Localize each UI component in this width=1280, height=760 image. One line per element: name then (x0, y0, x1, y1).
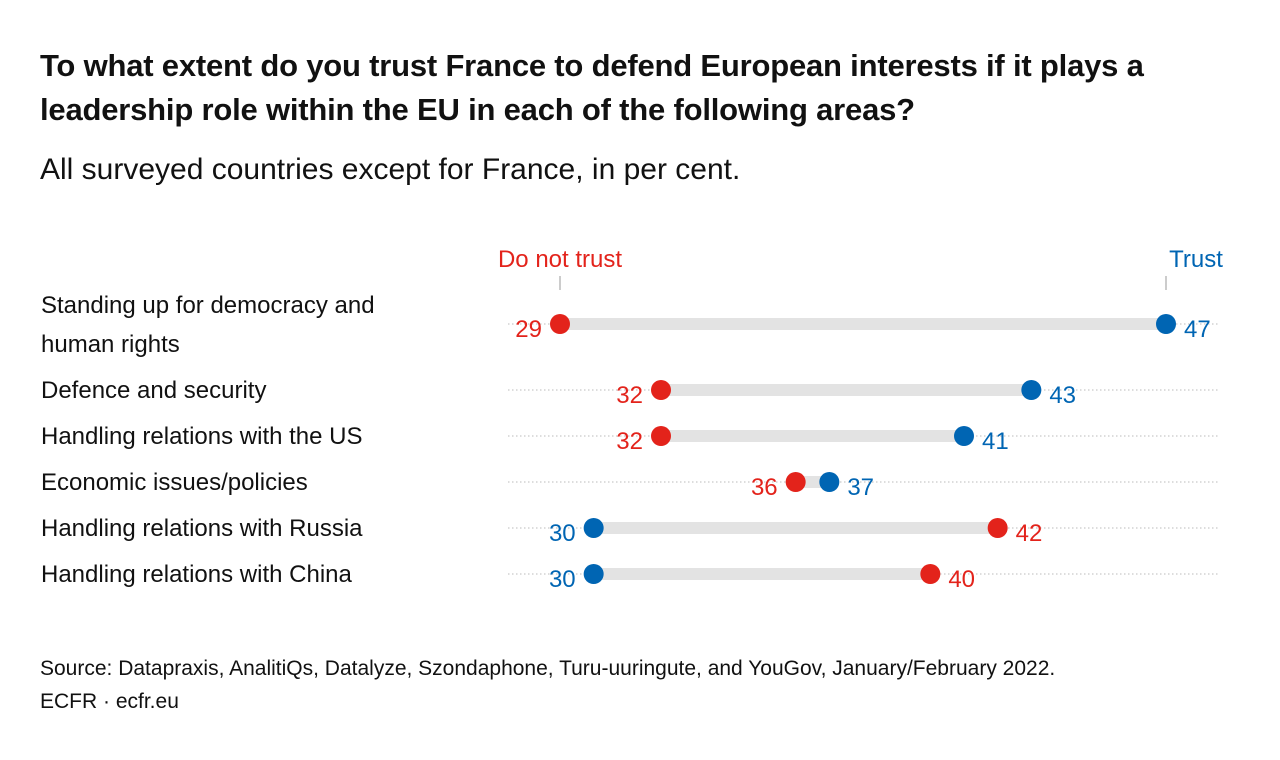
dot-do-not-trust (651, 426, 671, 446)
dot-trust (583, 518, 604, 538)
value-label-trust: 43 (1049, 382, 1076, 409)
dot-trust (1156, 314, 1176, 334)
category-label: Handling relations with the US (41, 423, 363, 450)
value-label-do-not-trust: 32 (616, 382, 643, 409)
source-note: Source: Datapraxis, AnalitiQs, Datalyze,… (40, 657, 1056, 680)
category-label: Standing up for democracy and (41, 292, 375, 319)
value-label-trust: 37 (847, 474, 874, 501)
dot-trust (583, 564, 604, 584)
category-label: Defence and security (41, 377, 266, 404)
category-label: Economic issues/policies (41, 469, 308, 496)
dot-trust (954, 426, 974, 446)
value-label-do-not-trust: 32 (616, 428, 643, 455)
dot-do-not-trust (651, 380, 671, 400)
dot-do-not-trust (987, 518, 1008, 538)
dot-trust (1021, 380, 1042, 400)
value-label-trust: 47 (1184, 316, 1211, 343)
dot-do-not-trust (920, 564, 941, 584)
value-label-trust: 30 (549, 566, 576, 593)
value-label-do-not-trust: 36 (751, 474, 778, 501)
credit: ECFR · ecfr.eu (40, 690, 179, 713)
value-label-do-not-trust: 40 (948, 566, 975, 593)
legend-trust: Trust (1169, 246, 1223, 273)
dumbbell-chart: Do not trust Trust Standing up for democra… (41, 246, 1223, 593)
value-label-do-not-trust: 42 (1016, 520, 1043, 547)
dot-trust (819, 472, 840, 492)
value-label-trust: 41 (982, 428, 1009, 455)
value-label-trust: 30 (549, 520, 576, 547)
value-label-do-not-trust: 29 (515, 316, 542, 343)
category-label: Handling relations with Russia (41, 515, 363, 542)
dot-do-not-trust (550, 314, 570, 334)
legend-do-not-trust: Do not trust (498, 246, 622, 273)
footer: Source: Datapraxis, AnalitiQs, Datalyze,… (40, 652, 1055, 718)
dot-do-not-trust (785, 472, 806, 492)
category-label: Handling relations with China (41, 561, 352, 588)
category-label: human rights (41, 331, 180, 358)
